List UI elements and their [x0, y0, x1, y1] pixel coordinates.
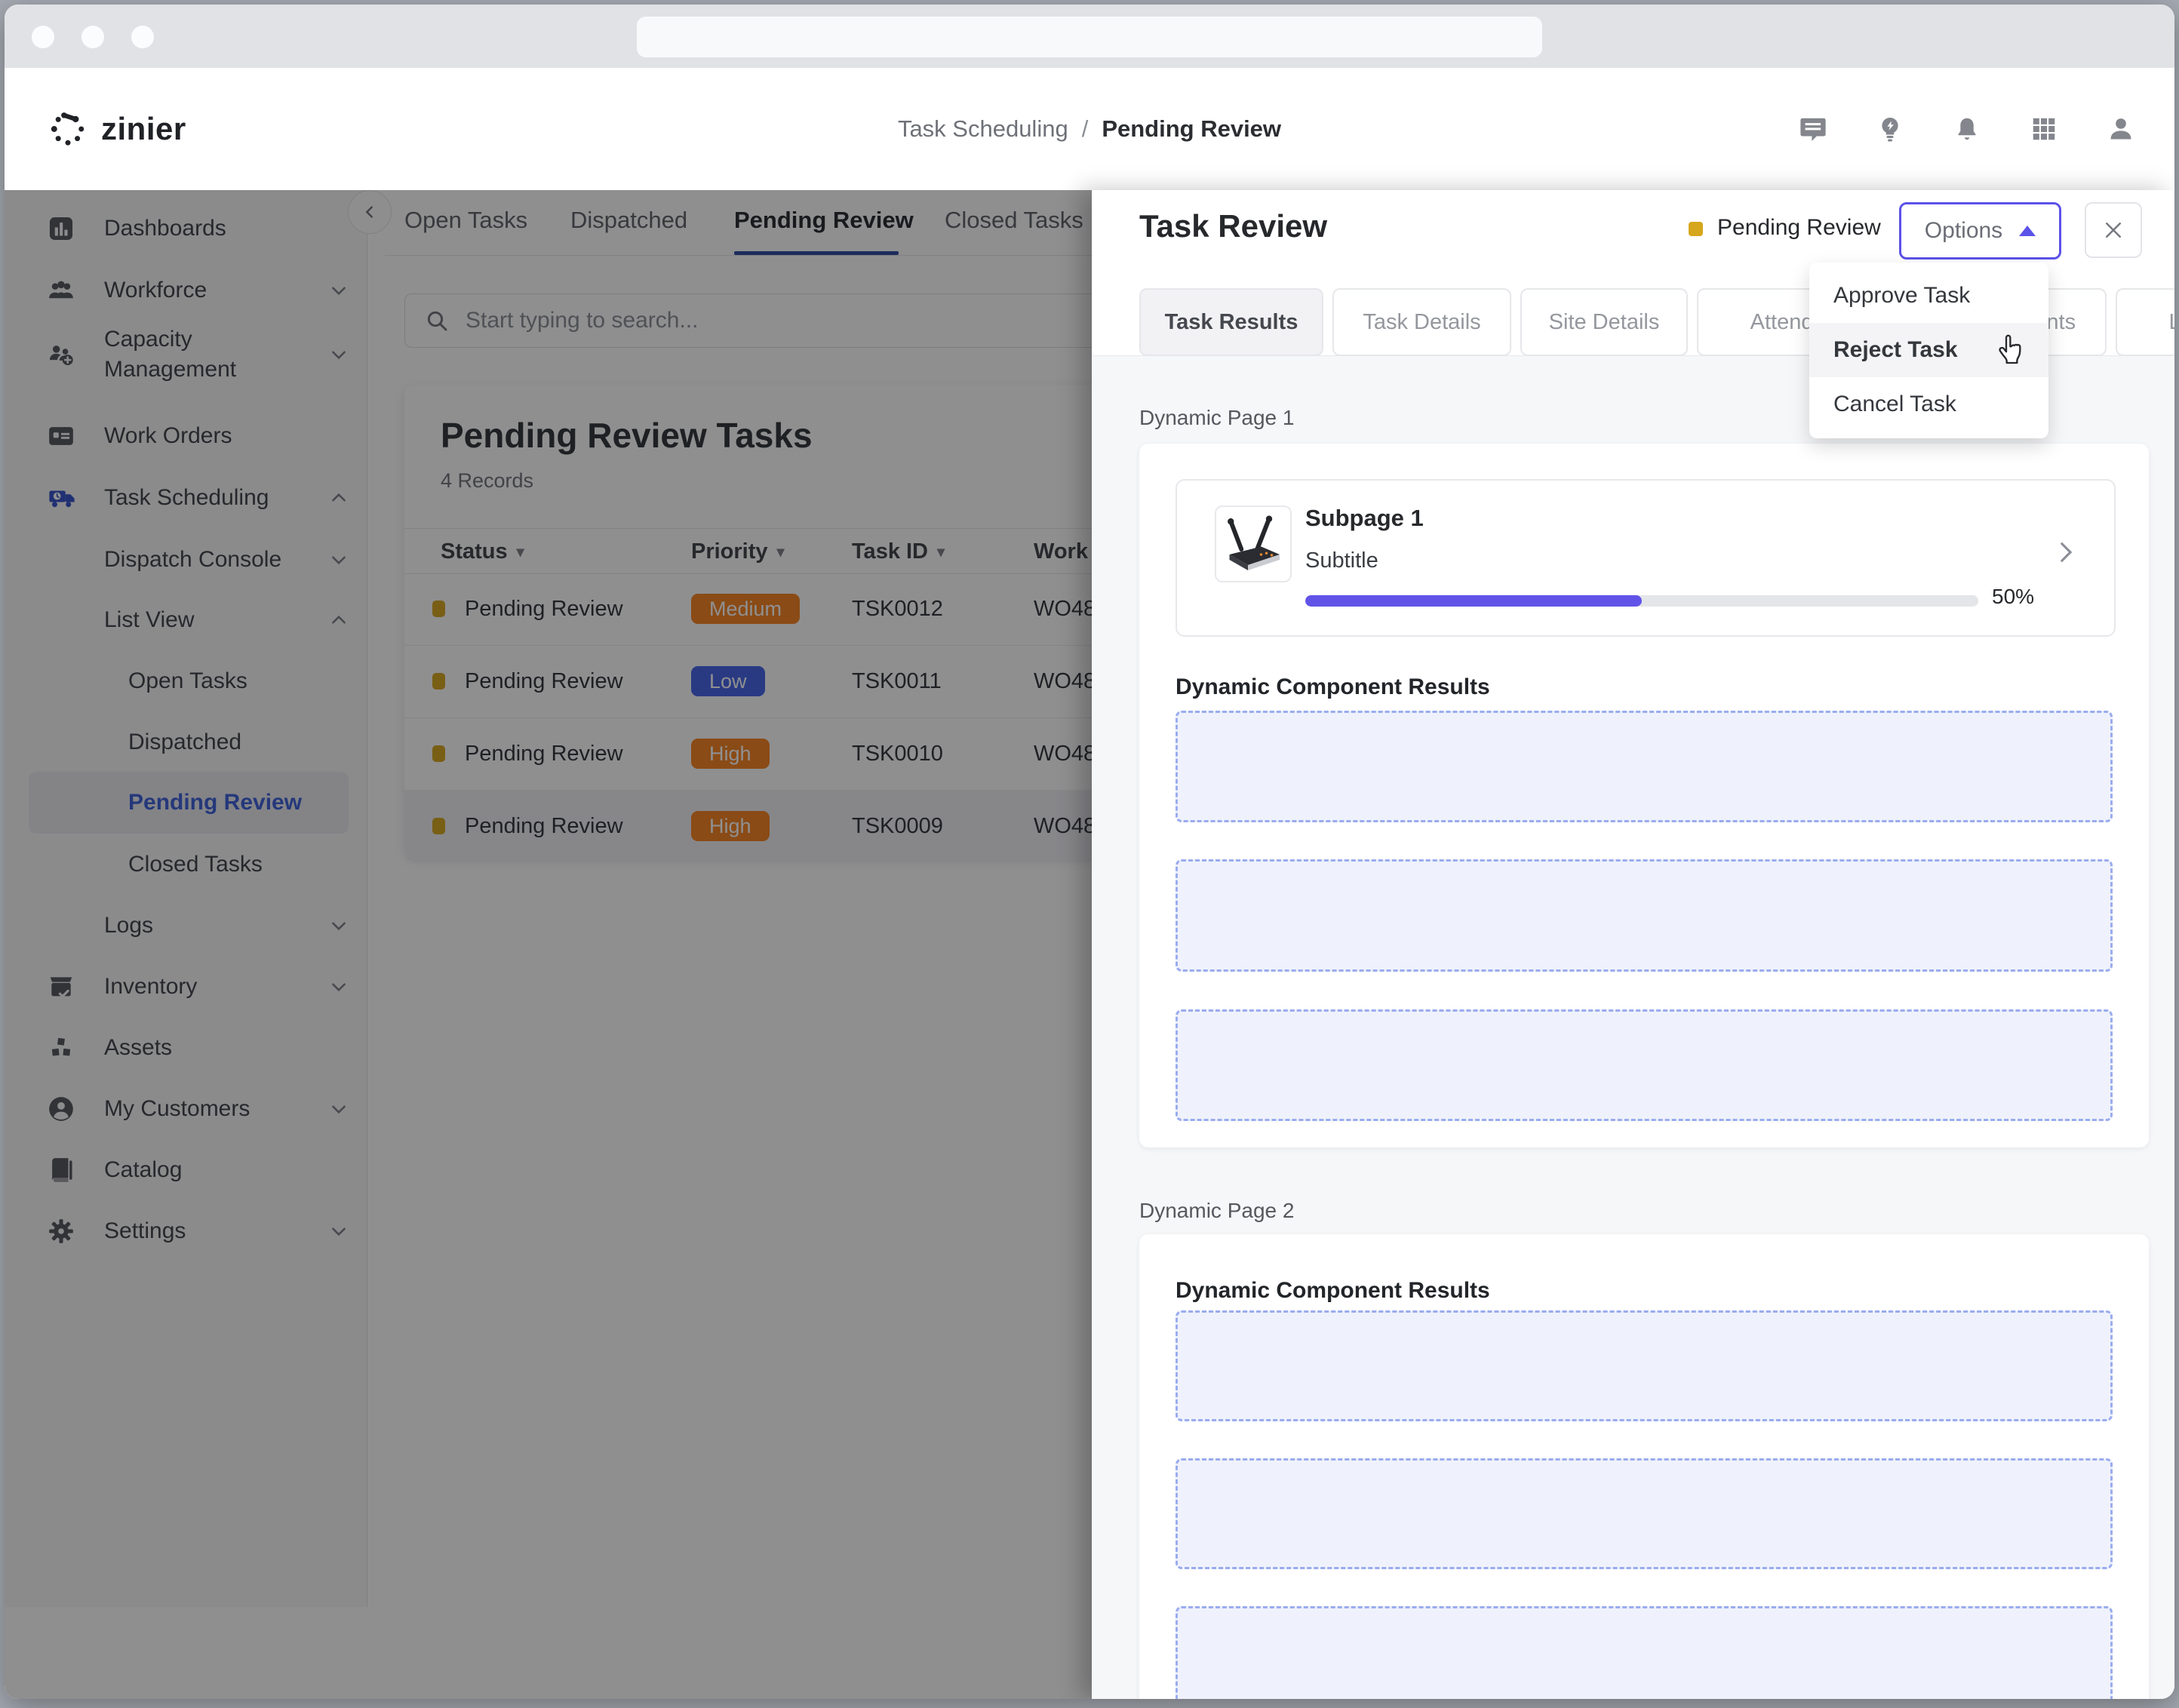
subpage-item[interactable]: Subpage 1 Subtitle 50%: [1176, 479, 2116, 637]
chat-icon[interactable]: [1799, 115, 1827, 143]
subpage-subtitle: Subtitle: [1305, 548, 1378, 573]
app-header: zinier Task Scheduling / Pending Review: [5, 68, 2174, 191]
results-heading: Dynamic Component Results: [1176, 1278, 1490, 1304]
window-titlebar: [5, 5, 2174, 68]
status-square-icon: [1689, 222, 1703, 236]
dynamic-page-1-label: Dynamic Page 1: [1139, 406, 1294, 430]
options-label: Options: [1925, 218, 2002, 244]
options-menu: Approve Task Reject Task Cancel Task: [1809, 263, 2048, 438]
breadcrumb-current: Pending Review: [1102, 115, 1281, 143]
window-close-button[interactable]: [32, 26, 54, 48]
progress-bar: [1305, 595, 1978, 607]
user-icon[interactable]: [2107, 115, 2135, 143]
subpage-title: Subpage 1: [1305, 505, 1424, 532]
drawer-title: Task Review: [1139, 208, 1327, 244]
component-placeholder-box: [1176, 1009, 2113, 1121]
menu-item-reject-task[interactable]: Reject Task: [1809, 323, 2048, 377]
hand-cursor-icon: [1995, 333, 2025, 367]
header-actions: [1799, 68, 2135, 190]
drawer-tab-logs[interactable]: Logs: [2116, 288, 2174, 356]
breadcrumb-section[interactable]: Task Scheduling: [898, 115, 1068, 143]
drawer-tab-task-results[interactable]: Task Results: [1139, 288, 1323, 356]
browser-window: zinier Task Scheduling / Pending Review: [5, 5, 2174, 1699]
component-placeholder-box: [1176, 1310, 2113, 1421]
component-placeholder-box: [1176, 711, 2113, 822]
apps-grid-icon[interactable]: [2030, 115, 2058, 143]
options-button[interactable]: Options: [1899, 202, 2061, 260]
menu-item-label: Reject Task: [1833, 337, 1958, 363]
progress-label: 50%: [1992, 585, 2034, 609]
task-review-drawer: Task Review Pending Review Options Task …: [1092, 190, 2174, 1699]
menu-item-approve-task[interactable]: Approve Task: [1809, 269, 2048, 323]
dynamic-page-2-label: Dynamic Page 2: [1139, 1199, 1294, 1223]
close-button[interactable]: [2085, 202, 2142, 258]
component-placeholder-box: [1176, 1606, 2113, 1699]
caret-up-icon: [2019, 226, 2036, 236]
drawer-status-label: Pending Review: [1717, 215, 1881, 241]
idea-bulb-icon[interactable]: [1876, 115, 1904, 143]
window-minimize-button[interactable]: [81, 26, 104, 48]
breadcrumb-separator: /: [1082, 115, 1089, 143]
address-bar[interactable]: [637, 17, 1542, 57]
progress-fill: [1305, 595, 1642, 607]
drawer-tab-site-details[interactable]: Site Details: [1520, 288, 1688, 356]
dynamic-page-1-card: Subpage 1 Subtitle 50% Dynamic Component…: [1139, 444, 2149, 1147]
component-placeholder-box: [1176, 1458, 2113, 1569]
results-heading: Dynamic Component Results: [1176, 674, 1490, 700]
chevron-right-icon[interactable]: [2052, 539, 2078, 565]
window-maximize-button[interactable]: [131, 26, 154, 48]
modal-dim-overlay[interactable]: [5, 190, 1092, 1699]
menu-item-cancel-task[interactable]: Cancel Task: [1809, 377, 2048, 432]
component-placeholder-box: [1176, 859, 2113, 972]
router-image: [1215, 505, 1292, 582]
dynamic-page-2-card: Dynamic Component Results: [1139, 1234, 2149, 1699]
notifications-bell-icon[interactable]: [1953, 115, 1981, 143]
drawer-tab-task-details[interactable]: Task Details: [1332, 288, 1511, 356]
